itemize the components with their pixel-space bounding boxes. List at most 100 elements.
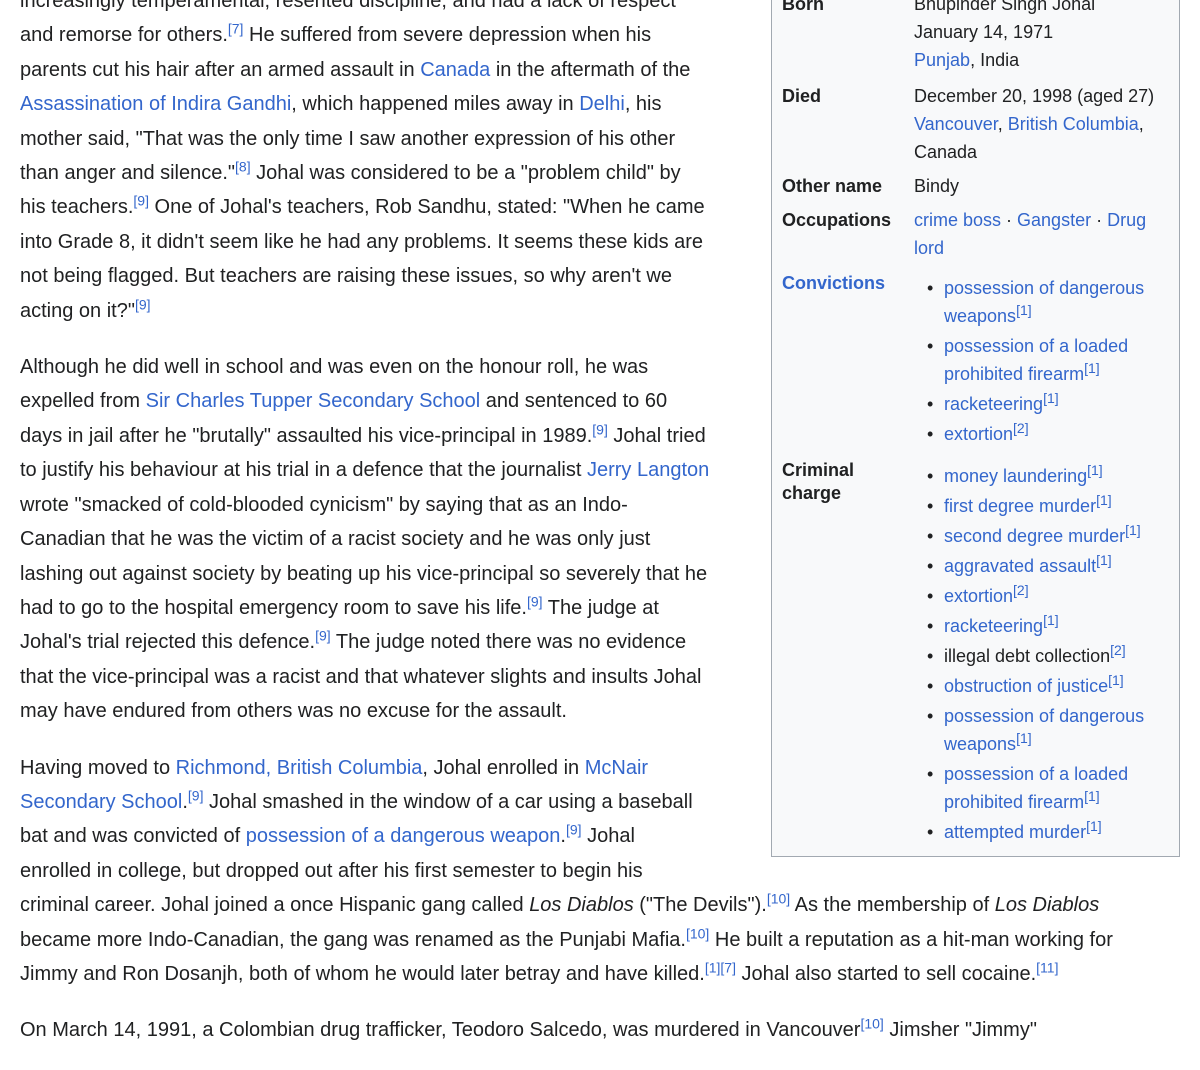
link-delhi[interactable]: Delhi xyxy=(579,93,625,115)
citation-9[interactable]: [9] xyxy=(527,593,543,609)
citation[interactable]: [1] xyxy=(1125,522,1141,538)
convictions-link[interactable]: Convictions xyxy=(782,272,885,295)
text-line: Jimmy and Ron Dosanjh, both of whom he w… xyxy=(20,957,1188,991)
link-drug-lord[interactable]: lord xyxy=(914,238,944,258)
citation-10[interactable]: [10] xyxy=(767,891,790,907)
text: mother said, "That was the only time I s… xyxy=(20,127,676,150)
citation[interactable]: [1] xyxy=(1087,462,1103,478)
citation-8[interactable]: [8] xyxy=(235,158,251,174)
link-second-degree-murder[interactable]: second degree murder xyxy=(944,526,1125,546)
link-richmond-british-columbia[interactable]: Richmond, British Columbia xyxy=(176,757,423,779)
death-place: Vancouver, British Columbia, xyxy=(914,110,1176,138)
link-attempted-murder[interactable]: attempted murder xyxy=(944,822,1086,842)
link-money-laundering[interactable]: money laundering xyxy=(944,466,1087,486)
link-possession-of-a-dangerous-weapon[interactable]: possession of a dangerous weapon xyxy=(246,825,561,847)
item-line: racketeering[1] xyxy=(944,612,1176,640)
citation-7[interactable]: [7] xyxy=(720,959,736,975)
link-british-columbia[interactable]: British Columbia xyxy=(1008,114,1139,134)
citation[interactable]: [2] xyxy=(1013,582,1029,598)
birth-place: Punjab, India xyxy=(914,46,1176,74)
link-mcnair-secondary-school[interactable]: Secondary School xyxy=(20,791,182,813)
link-possession-of-dangerous-weapons[interactable]: possession of dangerous xyxy=(944,278,1144,298)
link-possession-of-dangerous-weapons[interactable]: weapons xyxy=(944,734,1016,754)
death-country: Canada xyxy=(914,142,978,162)
citation[interactable]: [1] xyxy=(1084,788,1100,804)
item-line: attempted murder[1] xyxy=(944,818,1176,846)
link-possession-of-a-loaded-prohibited-firearm[interactable]: prohibited firearm xyxy=(944,792,1084,812)
text: and sentenced to 60 xyxy=(480,390,668,413)
birth-date: January 14, 1971 xyxy=(914,22,1054,42)
link-racketeering[interactable]: racketeering xyxy=(944,616,1043,636)
citation-10[interactable]: [10] xyxy=(686,925,709,941)
citation[interactable]: [1] xyxy=(1016,302,1032,318)
link-assassination-of-indira-gandhi[interactable]: Assassination of Indira Gandhi xyxy=(20,93,291,115)
died-label: Died xyxy=(782,86,822,106)
link-mcnair-secondary-school[interactable]: McNair xyxy=(585,757,648,779)
link-obstruction-of-justice[interactable]: obstruction of justice xyxy=(944,676,1108,696)
list-item: racketeering[1] xyxy=(924,612,1176,640)
text: , which happened miles away in xyxy=(291,93,580,116)
item-line: second degree murder[1] xyxy=(944,522,1176,550)
citation[interactable]: [1] xyxy=(1108,672,1124,688)
link-extortion[interactable]: extortion xyxy=(944,586,1013,606)
citation-9[interactable]: [9] xyxy=(135,296,151,312)
link-sir-charles-tupper-secondary-school[interactable]: Sir Charles Tupper Secondary School xyxy=(146,390,481,412)
citation-1[interactable]: [1] xyxy=(705,959,721,975)
citation-9[interactable]: [9] xyxy=(566,822,582,838)
link-jerry-langton[interactable]: Jerry Langton xyxy=(587,459,709,481)
item-line: first degree murder[1] xyxy=(944,492,1176,520)
citation[interactable]: [1] xyxy=(1096,552,1112,568)
link-possession-of-a-loaded-prohibited-firearm[interactable]: prohibited firearm xyxy=(944,364,1084,384)
list-item: second degree murder[1] xyxy=(924,522,1176,550)
text: Johal smashed in the window of a car usi… xyxy=(203,790,693,813)
link-canada[interactable]: Canada xyxy=(420,59,490,81)
link-punjab[interactable]: Punjab xyxy=(914,50,970,70)
citation[interactable]: [1] xyxy=(1084,360,1100,376)
citation-9[interactable]: [9] xyxy=(133,193,149,209)
list-item: extortion[2] xyxy=(924,420,1176,448)
occupation-line: crime boss · Gangster · Drug xyxy=(914,206,1176,234)
text: Johal was considered to be a "problem ch… xyxy=(250,162,681,185)
link-racketeering[interactable]: racketeering xyxy=(944,394,1043,414)
citation[interactable]: [1] xyxy=(1086,818,1102,834)
birth-name: Bhupinder Singh Johal xyxy=(914,0,1096,14)
link-aggravated-assault[interactable]: aggravated assault xyxy=(944,556,1096,576)
citation-9[interactable]: [9] xyxy=(315,628,331,644)
link-possession-of-a-loaded-prohibited-firearm[interactable]: possession of a loaded xyxy=(944,764,1128,784)
citation-7[interactable]: [7] xyxy=(228,21,244,37)
citation[interactable]: [1] xyxy=(1016,730,1032,746)
text: than anger and silence." xyxy=(20,162,236,185)
text: his teachers. xyxy=(20,196,134,219)
link-possession-of-dangerous-weapons[interactable]: possession of dangerous xyxy=(944,706,1144,726)
link-possession-of-a-loaded-prohibited-firearm[interactable]: possession of a loaded xyxy=(944,336,1128,356)
citation[interactable]: [1] xyxy=(1043,390,1059,406)
citation[interactable]: [2] xyxy=(1013,420,1029,436)
text: As the membership of xyxy=(790,894,995,917)
born-label: Born xyxy=(782,0,824,14)
list-item: racketeering[1] xyxy=(924,390,1176,418)
text: days in jail after he "brutally" assault… xyxy=(20,424,593,447)
link-crime-boss[interactable]: crime boss xyxy=(914,210,1001,230)
infobox: Born Bhupinder Singh Johal January 14, 1… xyxy=(771,0,1180,857)
text: not being flagged. But teachers are rais… xyxy=(20,265,672,288)
occupation-line: lord xyxy=(914,234,1176,262)
text: expelled from xyxy=(20,390,146,413)
link-gangster[interactable]: Gangster xyxy=(1017,210,1091,230)
link-extortion[interactable]: extortion xyxy=(944,424,1013,444)
item-line: aggravated assault[1] xyxy=(944,552,1176,580)
text: and remorse for others. xyxy=(20,24,228,47)
citation-10[interactable]: [10] xyxy=(860,1016,883,1032)
citation-9[interactable]: [9] xyxy=(188,787,204,803)
item-line: racketeering[1] xyxy=(944,390,1176,418)
citation-11[interactable]: [11] xyxy=(1036,959,1058,975)
link-possession-of-dangerous-weapons[interactable]: weapons xyxy=(944,306,1016,326)
citation-9[interactable]: [9] xyxy=(592,421,608,437)
link-drug-lord[interactable]: Drug xyxy=(1107,210,1146,230)
died-value: December 20, 1998 (aged 27) Vancouver, B… xyxy=(914,82,1176,166)
citation[interactable]: [1] xyxy=(1043,612,1059,628)
citation[interactable]: [1] xyxy=(1096,492,1112,508)
link-vancouver[interactable]: Vancouver xyxy=(914,114,998,134)
text: On March 14, 1991, a Colombian drug traf… xyxy=(20,1019,861,1042)
citation[interactable]: [2] xyxy=(1110,642,1126,658)
link-first-degree-murder[interactable]: first degree murder xyxy=(944,496,1096,516)
